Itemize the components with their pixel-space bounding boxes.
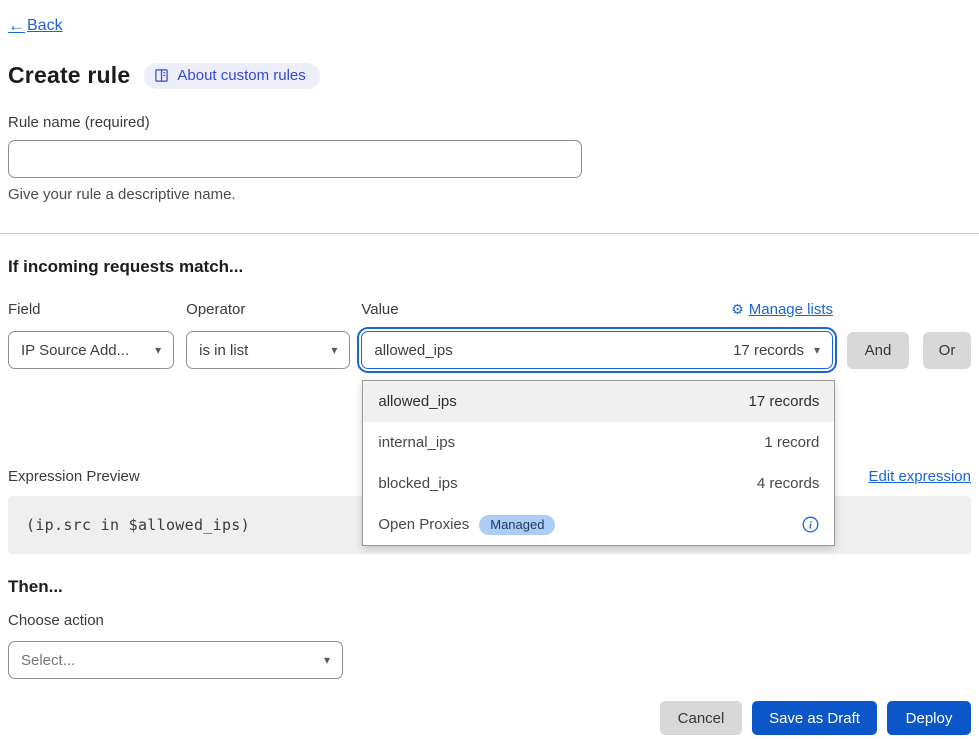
list-option-name: internal_ips xyxy=(378,434,455,451)
rule-name-input[interactable] xyxy=(8,140,582,178)
back-link[interactable]: ← Back xyxy=(8,16,63,36)
chevron-down-icon: ▾ xyxy=(814,343,820,357)
action-select[interactable]: Select... ▾ xyxy=(8,641,343,679)
about-custom-rules-link[interactable]: About custom rules xyxy=(144,63,319,89)
list-option-records: 1 record xyxy=(764,434,819,451)
list-option-allowed-ips[interactable]: allowed_ips 17 records xyxy=(363,381,834,422)
managed-badge: Managed xyxy=(479,515,555,535)
list-option-open-proxies[interactable]: Open Proxies Managed i xyxy=(363,504,834,545)
list-option-name: blocked_ips xyxy=(378,475,457,492)
list-option-name: Open Proxies xyxy=(378,516,469,533)
operator-select[interactable]: is in list ▾ xyxy=(186,331,350,369)
and-button[interactable]: And xyxy=(847,332,909,369)
operator-column: Operator is in list ▾ xyxy=(186,301,350,369)
field-select-value: IP Source Add... xyxy=(21,342,129,359)
field-select[interactable]: IP Source Add... ▾ xyxy=(8,331,174,369)
value-select-value: allowed_ips xyxy=(374,342,452,359)
list-option-records: 4 records xyxy=(757,475,820,492)
book-icon xyxy=(154,68,169,83)
match-heading: If incoming requests match... xyxy=(8,257,971,277)
gear-icon: ⚙ xyxy=(731,301,744,318)
list-option-records: 17 records xyxy=(748,393,819,410)
section-divider xyxy=(0,233,979,234)
create-rule-page: ← Back Create rule About custom rules Ru… xyxy=(0,0,979,739)
expression-preview-label: Expression Preview xyxy=(8,468,140,485)
field-label: Field xyxy=(8,301,174,318)
value-select[interactable]: allowed_ips 17 records ▾ xyxy=(361,331,833,369)
then-heading: Then... xyxy=(8,577,971,597)
chevron-down-icon: ▾ xyxy=(155,343,161,357)
operator-select-value: is in list xyxy=(199,342,248,359)
operator-label: Operator xyxy=(186,301,350,318)
page-title: Create rule xyxy=(8,62,130,89)
manage-lists-link[interactable]: ⚙ Manage lists xyxy=(731,301,833,318)
chevron-down-icon: ▾ xyxy=(331,343,337,357)
chevron-down-icon: ▾ xyxy=(324,653,330,667)
rule-name-label: Rule name (required) xyxy=(8,114,971,131)
title-row: Create rule About custom rules xyxy=(8,62,971,89)
footer-actions: Cancel Save as Draft Deploy xyxy=(8,701,971,735)
back-label: Back xyxy=(27,17,63,35)
choose-action-label: Choose action xyxy=(8,612,971,629)
rule-name-helper: Give your rule a descriptive name. xyxy=(8,186,971,203)
cancel-button[interactable]: Cancel xyxy=(660,701,742,735)
condition-row: Field IP Source Add... ▾ Operator is in … xyxy=(8,301,971,369)
manage-lists-label: Manage lists xyxy=(749,301,833,318)
value-label: Value xyxy=(361,301,398,318)
value-header-row: Value ⚙ Manage lists xyxy=(361,301,833,318)
list-option-internal-ips[interactable]: internal_ips 1 record xyxy=(363,422,834,463)
save-as-draft-button[interactable]: Save as Draft xyxy=(752,701,877,735)
value-column: Value ⚙ Manage lists allowed_ips 17 reco… xyxy=(361,301,833,369)
deploy-button[interactable]: Deploy xyxy=(887,701,971,735)
list-option-blocked-ips[interactable]: blocked_ips 4 records xyxy=(363,463,834,504)
list-option-name: allowed_ips xyxy=(378,393,456,410)
back-arrow-icon: ← xyxy=(8,16,25,36)
value-select-wrapper: allowed_ips 17 records ▾ allowed_ips 17 … xyxy=(361,331,833,369)
about-custom-rules-label: About custom rules xyxy=(177,67,305,84)
or-button[interactable]: Or xyxy=(923,332,971,369)
andor-group: And Or xyxy=(847,332,971,369)
value-select-records: 17 records xyxy=(733,342,804,359)
action-select-placeholder: Select... xyxy=(21,652,75,669)
list-dropdown-menu: allowed_ips 17 records internal_ips 1 re… xyxy=(362,380,835,546)
info-icon[interactable]: i xyxy=(802,516,819,533)
svg-text:i: i xyxy=(809,520,812,531)
expression-code: (ip.src in $allowed_ips) xyxy=(26,516,250,534)
edit-expression-link[interactable]: Edit expression xyxy=(868,468,971,485)
field-column: Field IP Source Add... ▾ xyxy=(8,301,174,369)
